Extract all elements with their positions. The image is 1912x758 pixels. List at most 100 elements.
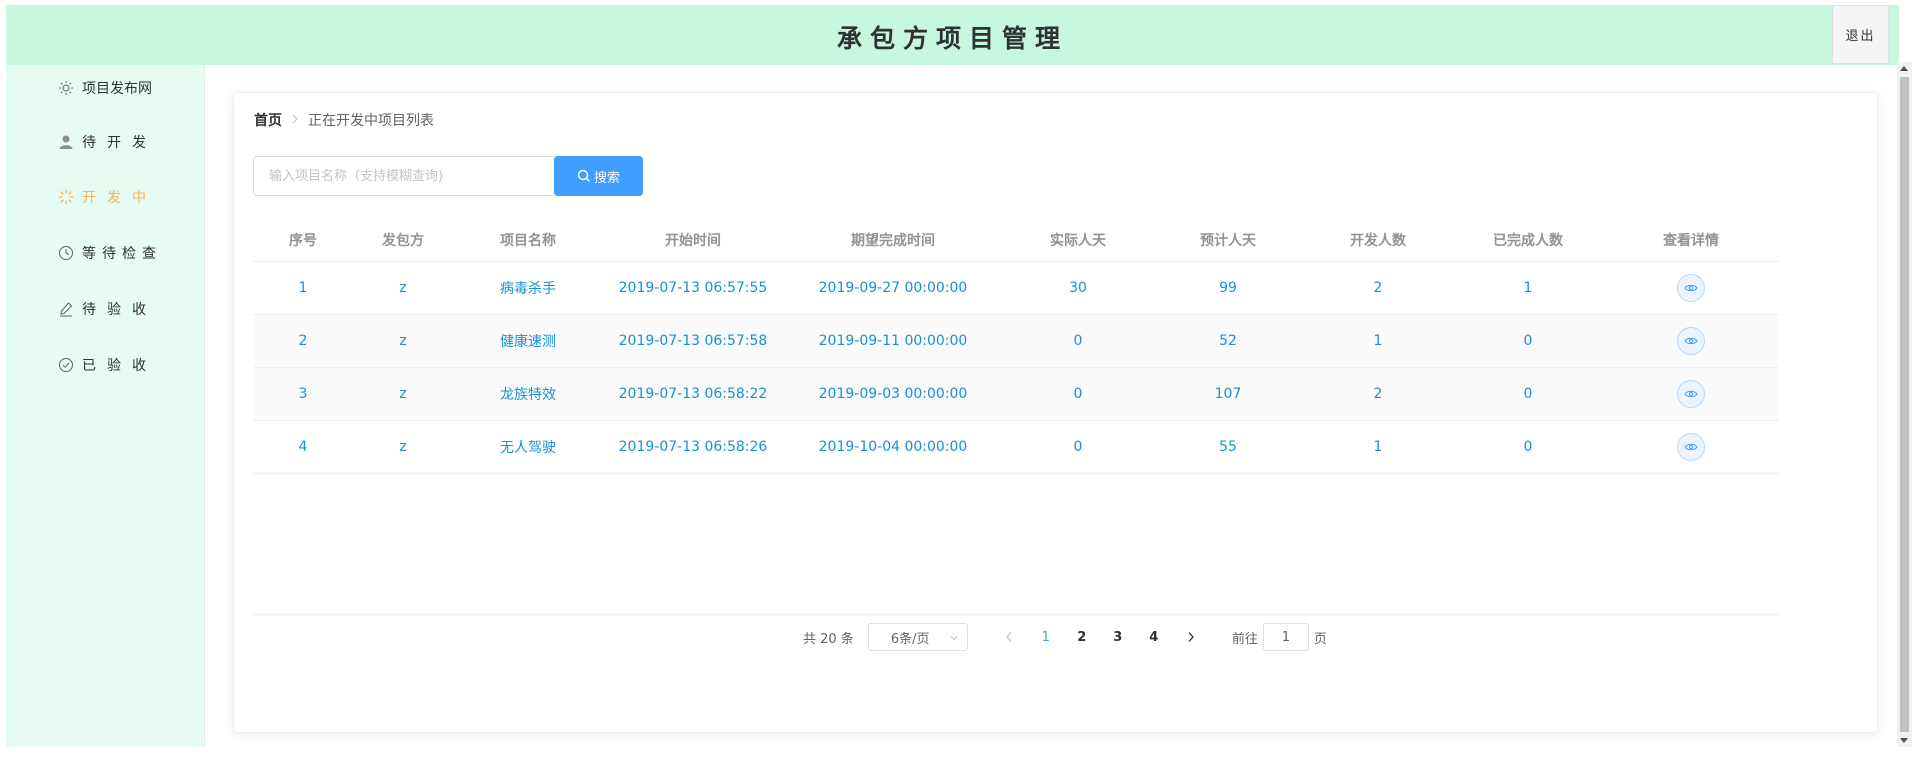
content-card: 首页 正在开发中项目列表 搜索 序号 发包方 项目名称 开始时间 期望完成时间 … xyxy=(233,92,1878,733)
cell-estimated-days: 107 xyxy=(1214,386,1242,402)
sidebar-item-in-dev[interactable]: 开发中 xyxy=(58,185,157,209)
cell-details xyxy=(1603,315,1779,367)
view-details-button[interactable] xyxy=(1677,274,1705,302)
scrollbar-thumb[interactable] xyxy=(1900,77,1909,732)
sidebar-item-label: 已验收 xyxy=(82,358,157,374)
logout-button[interactable]: 退出 xyxy=(1832,5,1889,64)
page-number[interactable]: 2 xyxy=(1064,623,1100,651)
column-header[interactable]: 发包方 xyxy=(353,218,453,261)
page-number[interactable]: 1 xyxy=(1028,623,1064,651)
table-row: 1 z 病毒杀手 2019-07-13 06:57:55 2019-09-27 … xyxy=(253,262,1779,315)
sidebar-item-label: 待验收 xyxy=(82,302,157,318)
cell-contractor: z xyxy=(399,386,407,402)
cell-index: 3 xyxy=(298,386,308,402)
table-row: 4 z 无人驾驶 2019-07-13 06:58:26 2019-10-04 … xyxy=(253,421,1779,474)
cell-dev-count: 2 xyxy=(1373,280,1383,296)
column-header[interactable]: 实际人天 xyxy=(1003,218,1153,261)
page-number[interactable]: 3 xyxy=(1100,623,1136,651)
eye-icon xyxy=(1684,390,1698,398)
column-header[interactable]: 开发人数 xyxy=(1303,218,1453,261)
chevron-down-icon xyxy=(949,633,959,643)
page-size-select[interactable]: 6条/页 xyxy=(867,623,968,651)
cell-actual-days: 0 xyxy=(1073,439,1083,455)
sidebar-item-pending-dev[interactable]: 待开发 xyxy=(58,130,157,154)
breadcrumb-home[interactable]: 首页 xyxy=(254,110,282,130)
vertical-scrollbar[interactable] xyxy=(1897,62,1912,747)
user-icon xyxy=(58,134,74,150)
view-details-button[interactable] xyxy=(1677,327,1705,355)
sidebar-item-project-publish[interactable]: 项目发布网 xyxy=(58,76,152,100)
sidebar: 项目发布网 待开发 开发中 等待检查 待验收 已验收 xyxy=(6,65,205,747)
search-button[interactable]: 搜索 xyxy=(554,156,643,196)
cell-dev-count: 1 xyxy=(1373,333,1383,349)
column-header[interactable]: 项目名称 xyxy=(453,218,603,261)
cell-contractor: z xyxy=(399,333,407,349)
cell-details xyxy=(1603,421,1779,473)
cell-details xyxy=(1603,262,1779,314)
search-input[interactable] xyxy=(253,156,555,196)
table-bottom-divider xyxy=(253,614,1779,615)
cell-project-name: 病毒杀手 xyxy=(500,281,556,297)
cell-expected-finish: 2019-09-27 00:00:00 xyxy=(818,280,968,296)
table-row: 3 z 龙族特效 2019-07-13 06:58:22 2019-09-03 … xyxy=(253,368,1779,421)
sidebar-item-label: 项目发布网 xyxy=(82,81,152,97)
goto-suffix: 页 xyxy=(1313,631,1327,647)
chevron-right-icon xyxy=(291,112,299,128)
chevron-left-icon xyxy=(1005,632,1012,642)
check-circle-icon xyxy=(58,357,74,373)
page-size-value: 6条/页 xyxy=(890,631,930,647)
cell-expected-finish: 2019-09-03 00:00:00 xyxy=(818,386,968,402)
cell-contractor: z xyxy=(399,439,407,455)
scroll-up-arrow-icon[interactable] xyxy=(1900,66,1908,71)
column-header[interactable]: 预计人天 xyxy=(1153,218,1303,261)
cell-actual-days: 30 xyxy=(1069,280,1087,296)
cell-done-count: 0 xyxy=(1523,386,1533,402)
column-header[interactable]: 开始时间 xyxy=(603,218,783,261)
page-title: 承包方项目管理 xyxy=(836,24,1068,53)
cell-expected-finish: 2019-09-11 00:00:00 xyxy=(818,333,968,349)
sun-icon xyxy=(58,80,74,96)
search-icon xyxy=(577,169,591,183)
cell-contractor: z xyxy=(399,280,407,296)
table-header-row: 序号 发包方 项目名称 开始时间 期望完成时间 实际人天 预计人天 开发人数 已… xyxy=(253,218,1779,262)
cell-expected-finish: 2019-10-04 00:00:00 xyxy=(818,439,968,455)
column-header[interactable]: 查看详情 xyxy=(1603,218,1779,261)
scroll-down-arrow-icon[interactable] xyxy=(1900,738,1908,743)
cell-dev-count: 1 xyxy=(1373,439,1383,455)
project-table: 序号 发包方 项目名称 开始时间 期望完成时间 实际人天 预计人天 开发人数 已… xyxy=(253,218,1779,474)
sidebar-item-pending-accept[interactable]: 待验收 xyxy=(58,297,157,321)
sidebar-item-wait-check[interactable]: 等待检查 xyxy=(58,241,162,265)
top-header: 承包方项目管理 退出 xyxy=(6,5,1899,65)
chevron-right-icon xyxy=(1188,632,1194,642)
column-header[interactable]: 序号 xyxy=(253,218,353,261)
column-header[interactable]: 已完成人数 xyxy=(1453,218,1603,261)
sidebar-item-label: 开发中 xyxy=(82,190,157,206)
view-details-button[interactable] xyxy=(1677,380,1705,408)
cell-done-count: 1 xyxy=(1523,280,1533,296)
cell-estimated-days: 55 xyxy=(1219,439,1237,455)
column-header[interactable]: 期望完成时间 xyxy=(783,218,1003,261)
sidebar-item-label: 待开发 xyxy=(82,135,157,151)
cell-start-time: 2019-07-13 06:57:58 xyxy=(618,333,768,349)
cell-project-name: 健康速测 xyxy=(500,334,556,350)
app-root: 承包方项目管理 退出 项目发布网 待开发 开发中 等待检查 待验收 已验收 首页… xyxy=(6,5,1899,747)
pagination: 共 20 条 6条/页 1 2 3 4 前往 页 xyxy=(803,623,1327,651)
cell-actual-days: 0 xyxy=(1073,333,1083,349)
goto-prefix: 前往 xyxy=(1231,631,1258,647)
goto-page-input[interactable] xyxy=(1262,623,1309,651)
cell-done-count: 0 xyxy=(1523,439,1533,455)
goto-page: 前往 页 xyxy=(1232,623,1327,651)
cell-estimated-days: 99 xyxy=(1219,280,1237,296)
sidebar-item-accepted[interactable]: 已验收 xyxy=(58,353,157,377)
cell-start-time: 2019-07-13 06:57:55 xyxy=(618,280,768,296)
eye-icon xyxy=(1684,337,1698,345)
prev-page-button[interactable] xyxy=(995,623,1023,651)
clock-icon xyxy=(58,245,74,261)
cell-actual-days: 0 xyxy=(1073,386,1083,402)
cell-project-name: 无人驾驶 xyxy=(500,440,556,456)
cell-index: 1 xyxy=(298,280,308,296)
view-details-button[interactable] xyxy=(1677,433,1705,461)
page-number[interactable]: 4 xyxy=(1136,623,1172,651)
cell-details xyxy=(1603,368,1779,420)
next-page-button[interactable] xyxy=(1177,623,1205,651)
